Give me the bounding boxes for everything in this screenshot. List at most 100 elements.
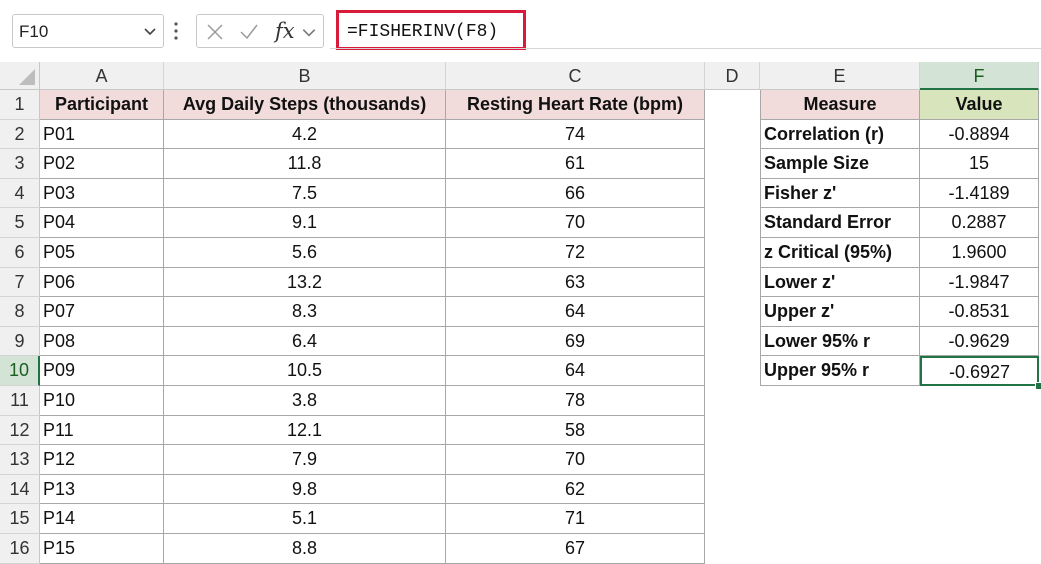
table-cell-steps[interactable]: 13.2 <box>164 267 446 298</box>
summary-cell-value[interactable]: 1.9600 <box>920 238 1039 268</box>
table-cell-steps[interactable]: 8.3 <box>164 297 446 327</box>
enter-check-icon[interactable] <box>239 23 259 41</box>
summary-cell-value[interactable]: 15 <box>920 149 1039 179</box>
table-cell-participant[interactable]: P09 <box>40 356 164 386</box>
table-cell-heart-rate[interactable]: 74 <box>446 119 705 150</box>
row-header-9[interactable]: 9 <box>0 326 40 357</box>
summary-cell-measure[interactable]: Upper z' <box>760 297 920 327</box>
row-header-13[interactable]: 13 <box>0 445 40 475</box>
summary-cell-measure[interactable]: Lower 95% r <box>760 326 920 357</box>
table-header-cell[interactable]: Avg Daily Steps (thousands) <box>164 90 446 120</box>
table-cell-participant[interactable]: P01 <box>40 119 164 150</box>
table-cell-participant[interactable]: P06 <box>40 267 164 298</box>
summary-cell-measure[interactable]: Upper 95% r <box>760 356 920 386</box>
summary-cell-value[interactable]: -1.9847 <box>920 267 1039 298</box>
row-header-2[interactable]: 2 <box>0 119 40 150</box>
table-cell-steps[interactable]: 12.1 <box>164 415 446 446</box>
selected-cell-f10[interactable]: -0.6927 <box>920 356 1039 386</box>
table-cell-heart-rate[interactable]: 58 <box>446 415 705 446</box>
table-cell-participant[interactable]: P14 <box>40 504 164 534</box>
table-cell-steps[interactable]: 5.1 <box>164 504 446 534</box>
chevron-down-icon[interactable] <box>301 23 317 41</box>
table-cell-participant[interactable]: P12 <box>40 445 164 475</box>
row-header-11[interactable]: 11 <box>0 386 40 416</box>
row-header-5[interactable]: 5 <box>0 208 40 238</box>
summary-cell-measure[interactable]: Standard Error <box>760 208 920 238</box>
table-cell-steps[interactable]: 10.5 <box>164 356 446 386</box>
table-cell-participant[interactable]: P07 <box>40 297 164 327</box>
table-cell-steps[interactable]: 5.6 <box>164 238 446 268</box>
table-cell-heart-rate[interactable]: 70 <box>446 445 705 475</box>
summary-cell-value[interactable]: -0.8531 <box>920 297 1039 327</box>
table-cell-heart-rate[interactable]: 63 <box>446 267 705 298</box>
table-cell-steps[interactable]: 4.2 <box>164 119 446 150</box>
fill-handle[interactable] <box>1035 382 1041 390</box>
row-header-7[interactable]: 7 <box>0 267 40 298</box>
table-cell-steps[interactable]: 9.8 <box>164 474 446 505</box>
summary-header-value[interactable]: Value <box>920 90 1039 120</box>
column-header-b[interactable]: B <box>164 62 446 90</box>
table-cell-participant[interactable]: P08 <box>40 326 164 357</box>
table-cell-heart-rate[interactable]: 67 <box>446 534 705 564</box>
table-header-cell[interactable]: Resting Heart Rate (bpm) <box>446 90 705 120</box>
table-cell-heart-rate[interactable]: 72 <box>446 238 705 268</box>
summary-cell-measure[interactable]: z Critical (95%) <box>760 238 920 268</box>
table-cell-heart-rate[interactable]: 61 <box>446 149 705 179</box>
row-header-1[interactable]: 1 <box>0 90 40 120</box>
cancel-icon[interactable] <box>205 23 225 41</box>
table-cell-steps[interactable]: 7.5 <box>164 178 446 209</box>
table-cell-heart-rate[interactable]: 78 <box>446 386 705 416</box>
table-cell-steps[interactable]: 7.9 <box>164 445 446 475</box>
table-cell-participant[interactable]: P02 <box>40 149 164 179</box>
row-header-14[interactable]: 14 <box>0 474 40 505</box>
table-cell-participant[interactable]: P13 <box>40 474 164 505</box>
summary-cell-value[interactable]: -0.8894 <box>920 119 1039 150</box>
table-cell-participant[interactable]: P10 <box>40 386 164 416</box>
row-header-4[interactable]: 4 <box>0 178 40 209</box>
table-cell-participant[interactable]: P15 <box>40 534 164 564</box>
more-options-icon[interactable] <box>173 20 179 42</box>
table-cell-participant[interactable]: P03 <box>40 178 164 209</box>
table-cell-steps[interactable]: 8.8 <box>164 534 446 564</box>
table-cell-steps[interactable]: 11.8 <box>164 149 446 179</box>
select-all-corner[interactable] <box>0 62 40 90</box>
summary-cell-measure[interactable]: Sample Size <box>760 149 920 179</box>
table-header-cell[interactable]: Participant <box>40 90 164 120</box>
table-cell-heart-rate[interactable]: 62 <box>446 474 705 505</box>
column-header-a[interactable]: A <box>40 62 164 90</box>
summary-cell-measure[interactable]: Correlation (r) <box>760 119 920 150</box>
table-cell-heart-rate[interactable]: 64 <box>446 356 705 386</box>
column-header-f[interactable]: F <box>920 62 1039 90</box>
summary-cell-value[interactable]: -1.4189 <box>920 178 1039 209</box>
row-header-8[interactable]: 8 <box>0 297 40 327</box>
table-cell-participant[interactable]: P05 <box>40 238 164 268</box>
table-cell-heart-rate[interactable]: 66 <box>446 178 705 209</box>
table-cell-heart-rate[interactable]: 70 <box>446 208 705 238</box>
table-cell-participant[interactable]: P11 <box>40 415 164 446</box>
table-cell-steps[interactable]: 6.4 <box>164 326 446 357</box>
table-cell-steps[interactable]: 3.8 <box>164 386 446 416</box>
row-header-10[interactable]: 10 <box>0 356 40 386</box>
name-box[interactable]: F10 <box>12 14 164 48</box>
table-cell-heart-rate[interactable]: 64 <box>446 297 705 327</box>
table-cell-heart-rate[interactable]: 69 <box>446 326 705 357</box>
column-header-d[interactable]: D <box>705 62 760 90</box>
chevron-down-icon[interactable] <box>143 24 157 38</box>
row-header-12[interactable]: 12 <box>0 415 40 446</box>
column-header-e[interactable]: E <box>760 62 920 90</box>
row-header-15[interactable]: 15 <box>0 504 40 534</box>
formula-input[interactable]: =FISHERINV(F8) <box>336 10 526 50</box>
table-cell-heart-rate[interactable]: 71 <box>446 504 705 534</box>
summary-header-measure[interactable]: Measure <box>760 90 920 120</box>
summary-cell-value[interactable]: 0.2887 <box>920 208 1039 238</box>
table-cell-steps[interactable]: 9.1 <box>164 208 446 238</box>
insert-function-icon[interactable]: fx <box>275 19 295 43</box>
summary-cell-measure[interactable]: Fisher z' <box>760 178 920 209</box>
row-header-6[interactable]: 6 <box>0 238 40 268</box>
table-cell-participant[interactable]: P04 <box>40 208 164 238</box>
summary-cell-measure[interactable]: Lower z' <box>760 267 920 298</box>
column-header-c[interactable]: C <box>446 62 705 90</box>
row-header-3[interactable]: 3 <box>0 149 40 179</box>
row-header-16[interactable]: 16 <box>0 534 40 564</box>
summary-cell-value[interactable]: -0.9629 <box>920 326 1039 357</box>
